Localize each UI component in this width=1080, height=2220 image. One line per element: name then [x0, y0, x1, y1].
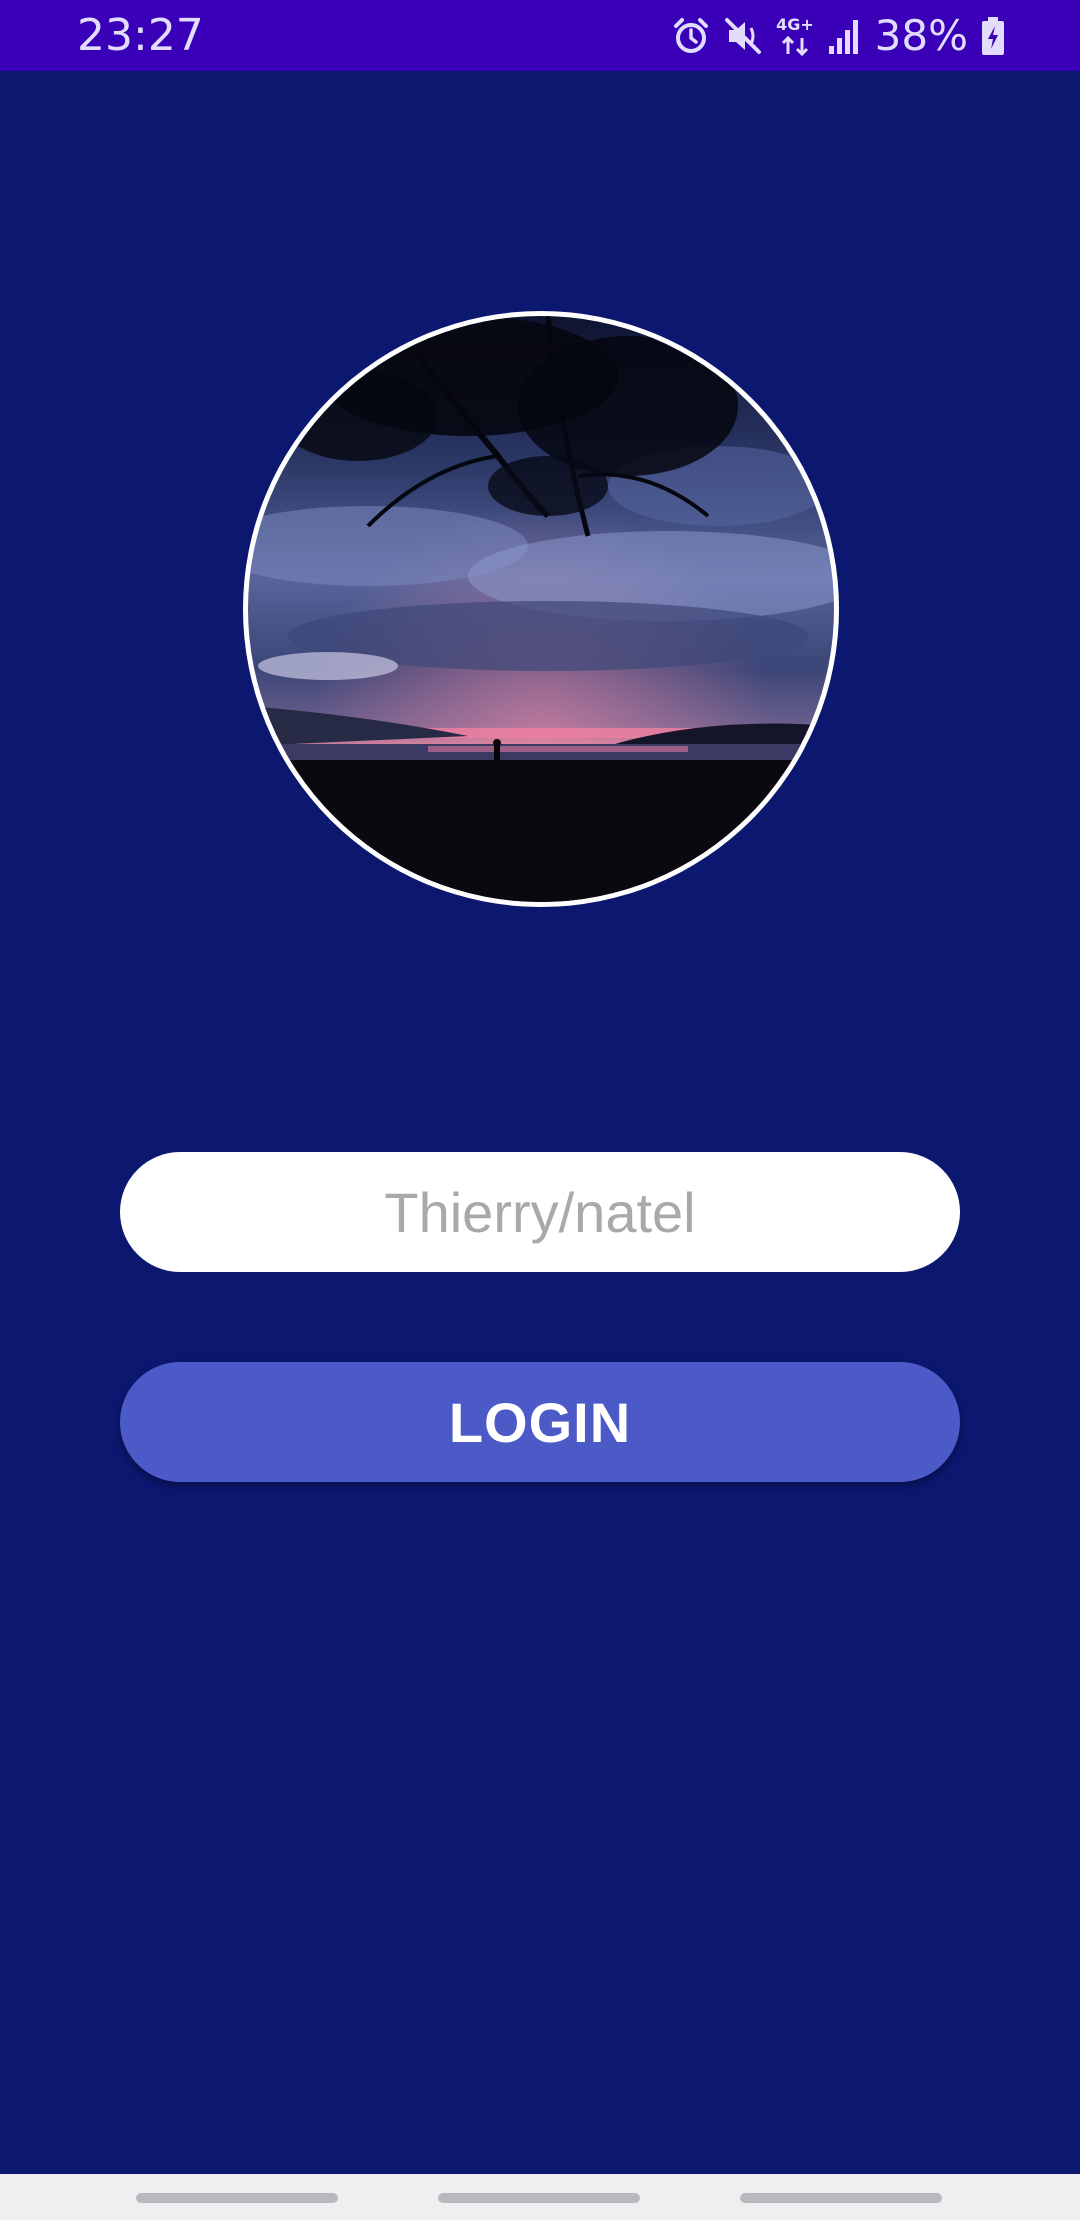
login-screen: 23:27 4G+ 38% Thierry/natel LOGIN [0, 0, 1080, 2220]
status-icons: 4G+ 38% [671, 12, 1006, 60]
login-button[interactable]: LOGIN [120, 1362, 960, 1482]
navigation-bar [0, 2174, 1080, 2220]
status-bar: 23:27 4G+ 38% [0, 0, 1080, 71]
nav-recents-button[interactable] [136, 2193, 338, 2203]
network-type-label: 4G+ [776, 15, 814, 34]
profile-picture[interactable] [243, 311, 839, 907]
mute-vibrate-icon [723, 16, 763, 56]
nav-home-button[interactable] [438, 2193, 640, 2203]
signal-icon [827, 16, 863, 56]
nav-back-button[interactable] [740, 2193, 942, 2203]
profile-photo [248, 316, 834, 902]
sunset-landscape-photo [248, 316, 834, 902]
alarm-icon [671, 16, 711, 56]
battery-percent: 38% [874, 11, 968, 60]
status-time: 23:27 [77, 10, 204, 61]
username-input[interactable] [120, 1152, 960, 1272]
mobile-data-icon: 4G+ [775, 14, 815, 58]
battery-charging-icon [980, 16, 1006, 56]
